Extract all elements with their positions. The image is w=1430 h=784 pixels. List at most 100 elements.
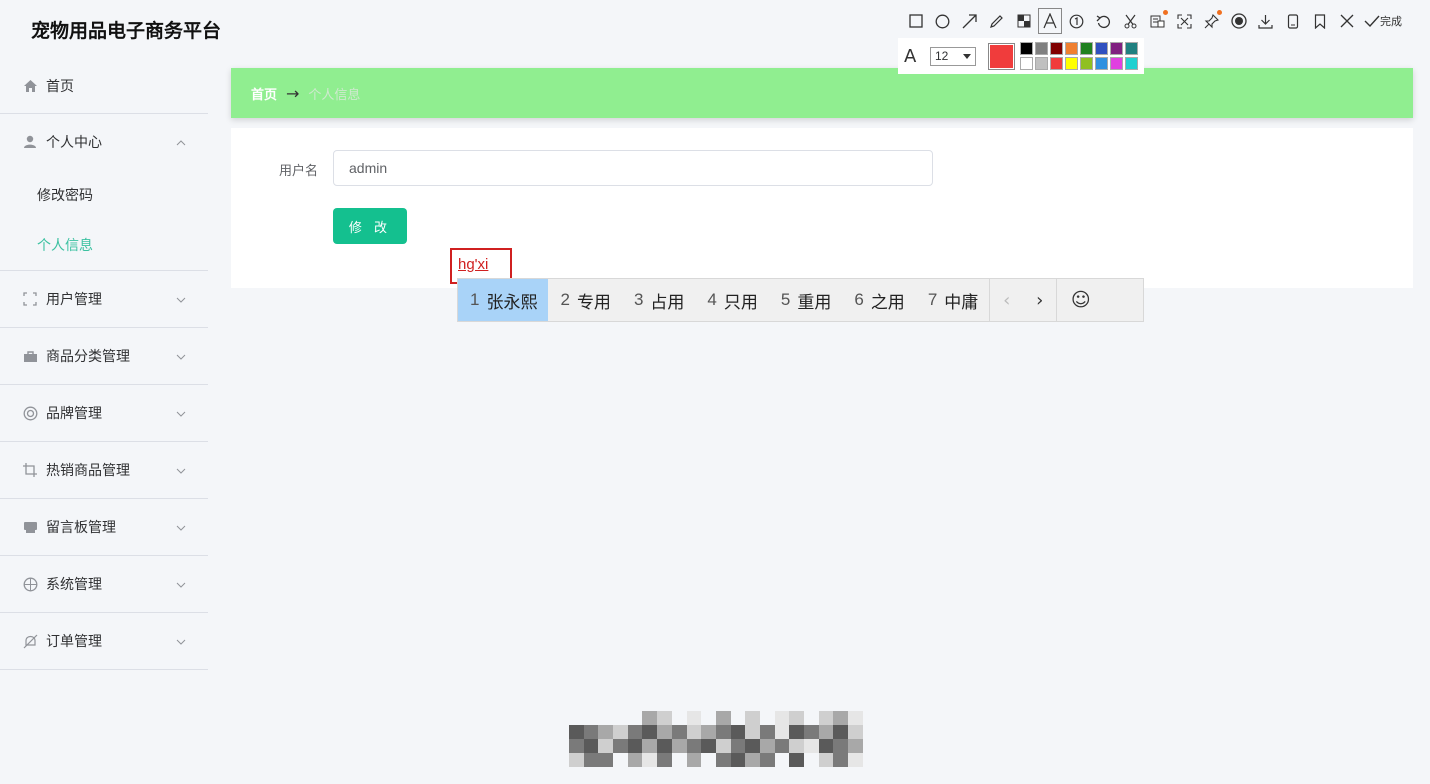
scissors-icon[interactable] xyxy=(1117,9,1144,33)
ime-candidate-bar: 1 张永熙 2 专用 3 占用 4 只用 5 重用 6 之用 7 中庸 ‹ › ☺ xyxy=(457,278,1144,322)
sidebar-item-label: 个人中心 xyxy=(46,135,102,151)
profile-form-card: 用户名 修 改 xyxy=(231,128,1413,288)
emoji-icon[interactable]: ☺ xyxy=(1056,279,1104,321)
chevron-right-icon[interactable]: › xyxy=(1023,290,1056,311)
sidebar-item-message-board-management[interactable]: 留言板管理 xyxy=(0,499,208,556)
sidebar-item-label: 系统管理 xyxy=(46,577,102,593)
check-icon xyxy=(1364,15,1380,27)
sidebar-item-label: 留言板管理 xyxy=(46,520,116,536)
sidebar-item-personal-info[interactable]: 个人信息 xyxy=(0,220,208,270)
bell-off-icon xyxy=(22,633,38,649)
color-swatch[interactable] xyxy=(1110,57,1123,70)
color-swatch[interactable] xyxy=(1035,42,1048,55)
ime-candidate[interactable]: 7 中庸 xyxy=(916,279,989,321)
sidebar: 首页 个人中心 修改密码 个人信息 用户管理 商品分类管理 品牌管理 热销商品管… xyxy=(0,58,208,670)
pen-icon[interactable] xyxy=(983,9,1010,33)
text-icon[interactable] xyxy=(1038,8,1062,34)
ime-candidate[interactable]: 3 占用 xyxy=(622,279,695,321)
chevron-down-icon xyxy=(176,292,186,306)
update-button[interactable]: 修 改 xyxy=(333,208,407,244)
ocr-icon[interactable] xyxy=(1144,9,1171,33)
mosaic-icon[interactable] xyxy=(1010,9,1037,33)
sidebar-item-hot-products-management[interactable]: 热销商品管理 xyxy=(0,442,208,499)
home-icon xyxy=(22,78,38,94)
color-swatch[interactable] xyxy=(1110,42,1123,55)
current-color[interactable] xyxy=(988,42,1015,70)
done-label: 完成 xyxy=(1380,15,1402,28)
chevron-down-icon xyxy=(176,349,186,363)
color-swatch[interactable] xyxy=(1080,57,1093,70)
sidebar-submenu-personal-center: 个人中心 修改密码 个人信息 xyxy=(0,114,208,271)
breadcrumb-home-link[interactable]: 首页 xyxy=(251,84,277,103)
rectangle-icon[interactable] xyxy=(902,9,929,33)
expand-icon xyxy=(22,291,38,307)
undo-icon[interactable] xyxy=(1090,9,1117,33)
color-swatch[interactable] xyxy=(1020,57,1033,70)
record-icon[interactable] xyxy=(1225,9,1252,33)
app-title: 宠物用品电子商务平台 xyxy=(31,20,222,42)
color-swatch[interactable] xyxy=(1065,57,1078,70)
chevron-left-icon[interactable]: ‹ xyxy=(990,290,1023,311)
color-swatch[interactable] xyxy=(1080,42,1093,55)
close-icon[interactable] xyxy=(1333,9,1360,33)
bookmark-icon[interactable] xyxy=(1306,9,1333,33)
color-swatch[interactable] xyxy=(1050,42,1063,55)
color-swatch[interactable] xyxy=(1050,57,1063,70)
chevron-down-icon xyxy=(176,406,186,420)
color-swatch[interactable] xyxy=(1125,42,1138,55)
chevron-up-icon xyxy=(176,135,186,149)
sidebar-item-label: 品牌管理 xyxy=(46,406,102,422)
crop-icon xyxy=(22,462,38,478)
annotation-toolbar: 完成 xyxy=(902,8,1430,34)
aperture-icon xyxy=(22,576,38,592)
chevron-down-icon xyxy=(176,577,186,591)
ime-candidate[interactable]: 2 专用 xyxy=(548,279,621,321)
sidebar-item-label: 用户管理 xyxy=(46,292,102,308)
printer-icon xyxy=(22,519,38,535)
arrow-icon[interactable] xyxy=(956,9,983,33)
ime-candidate[interactable]: 6 之用 xyxy=(842,279,915,321)
sidebar-item-user-management[interactable]: 用户管理 xyxy=(0,271,208,328)
ime-candidate[interactable]: 1 张永熙 xyxy=(458,279,549,321)
chevron-down-icon xyxy=(176,520,186,534)
font-icon: A xyxy=(904,45,917,67)
caret-down-icon xyxy=(963,53,971,59)
font-size-select[interactable]: 12 xyxy=(930,46,976,66)
sidebar-item-home[interactable]: 首页 xyxy=(0,58,208,114)
sidebar-item-change-password[interactable]: 修改密码 xyxy=(0,170,208,220)
username-label: 用户名 xyxy=(279,164,319,179)
color-palette xyxy=(1020,42,1138,70)
lifebuoy-icon xyxy=(22,405,38,421)
text-style-panel: A 12 xyxy=(898,38,1144,74)
sidebar-item-brand-management[interactable]: 品牌管理 xyxy=(0,385,208,442)
sidebar-item-personal-center[interactable]: 个人中心 xyxy=(0,114,208,170)
color-swatch[interactable] xyxy=(1125,57,1138,70)
color-swatch[interactable] xyxy=(1095,42,1108,55)
pixelated-watermark xyxy=(569,711,863,767)
phone-icon[interactable] xyxy=(1279,9,1306,33)
circle-icon[interactable] xyxy=(929,9,956,33)
sidebar-item-label: 商品分类管理 xyxy=(46,349,130,365)
chevron-down-icon xyxy=(176,634,186,648)
sidebar-item-order-management[interactable]: 订单管理 xyxy=(0,613,208,670)
current-color-fill xyxy=(990,44,1013,68)
user-icon xyxy=(22,134,38,150)
sidebar-item-system-management[interactable]: 系统管理 xyxy=(0,556,208,613)
color-swatch[interactable] xyxy=(1035,57,1048,70)
color-swatch[interactable] xyxy=(1095,57,1108,70)
expand-icon[interactable] xyxy=(1171,9,1198,33)
ime-candidate[interactable]: 5 重用 xyxy=(769,279,842,321)
color-swatch[interactable] xyxy=(1065,42,1078,55)
breadcrumb-current: 个人信息 xyxy=(308,87,361,103)
ime-page-nav: ‹ › xyxy=(989,279,1056,321)
number-icon[interactable] xyxy=(1063,9,1090,33)
briefcase-icon xyxy=(22,348,38,364)
sidebar-item-label: 订单管理 xyxy=(46,634,102,650)
done-button[interactable]: 完成 xyxy=(1364,13,1402,29)
download-icon[interactable] xyxy=(1252,9,1279,33)
username-input[interactable] xyxy=(333,150,933,186)
pin-icon[interactable] xyxy=(1198,9,1225,33)
ime-candidate[interactable]: 4 只用 xyxy=(695,279,768,321)
color-swatch[interactable] xyxy=(1020,42,1033,55)
sidebar-item-category-management[interactable]: 商品分类管理 xyxy=(0,328,208,385)
